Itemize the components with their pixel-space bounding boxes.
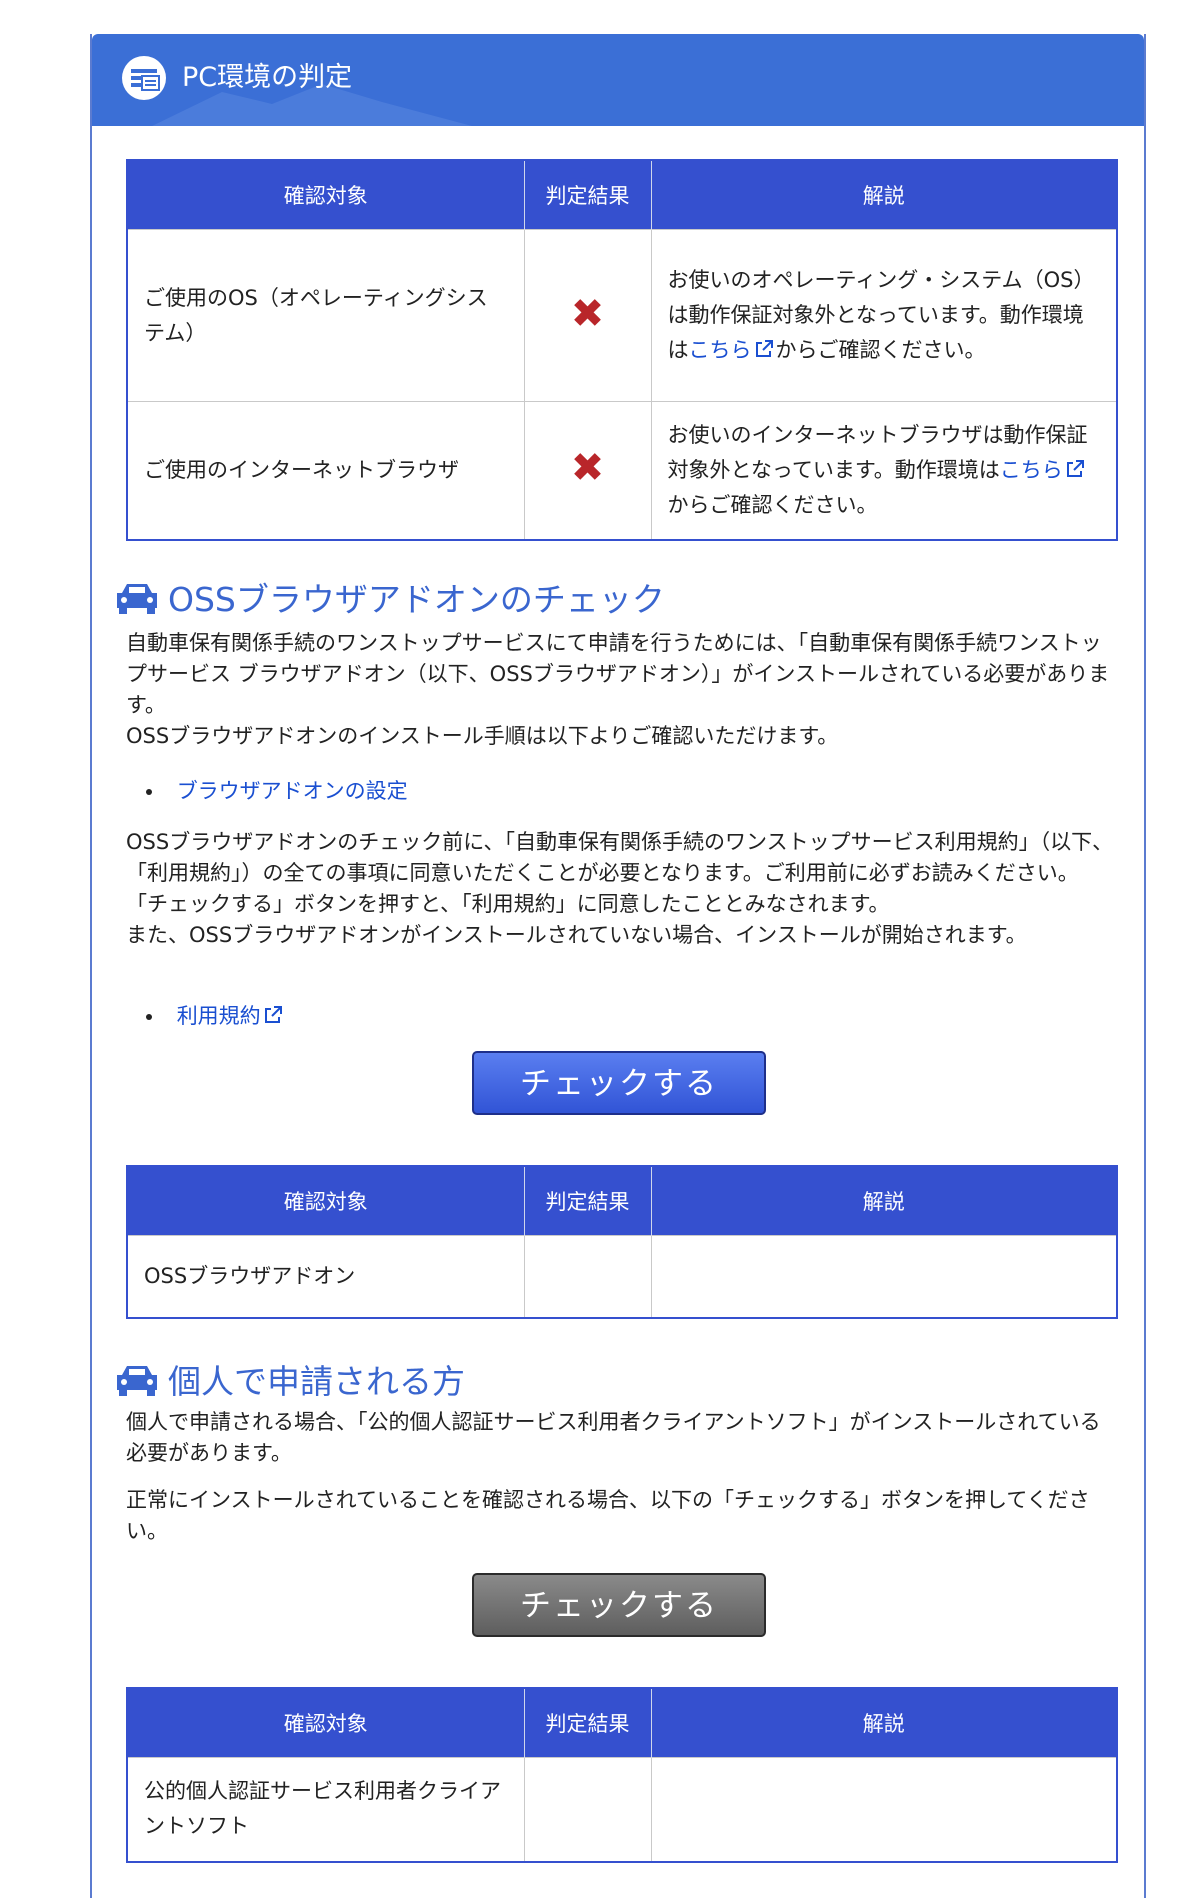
environment-link-browser[interactable]: こちら: [1000, 458, 1087, 482]
panel-title: PC環境の判定: [182, 62, 353, 93]
table-header-row: 確認対象 判定結果 解説: [127, 1688, 1117, 1758]
result-cell: [523, 1235, 652, 1318]
description-os: お使いのオペレーティング・システム（OS）は動作保証対象外となっています。動作環…: [650, 229, 1118, 402]
header-description: 解説: [651, 1166, 1117, 1236]
list-item: ブラウザアドオンの設定: [146, 776, 408, 806]
target-os: ご使用のOS（オペレーティングシステム）: [126, 229, 525, 402]
car-icon: [117, 584, 157, 614]
personal-check-button[interactable]: チェックする: [472, 1573, 766, 1637]
oss-check-button[interactable]: チェックする: [472, 1051, 766, 1115]
terms-of-use-link[interactable]: 利用規約: [177, 1004, 285, 1028]
external-link-icon: [1066, 459, 1084, 477]
header-target: 確認対象: [127, 1166, 525, 1236]
table-header-row: 確認対象 判定結果 解説: [127, 160, 1117, 230]
header-result: 判定結果: [524, 160, 652, 230]
table-row: ご使用のインターネットブラウザ ✖ お使いのインターネットブラウザは動作保証対象…: [126, 401, 1118, 540]
personal-intro-text: 個人で申請される場合、「公的個人認証サービス利用者クライアントソフト」がインスト…: [126, 1410, 1101, 1465]
external-link-icon: [755, 340, 773, 357]
table-header-row: 確認対象 判定結果 解説: [127, 1166, 1117, 1236]
document-icon: [122, 56, 166, 100]
environment-link-os[interactable]: こちら: [689, 338, 776, 362]
oss-intro-text: 自動車保有関係手続のワンストップサービスにて申請を行うためには、「自動車保有関係…: [126, 631, 1110, 748]
client-software-table: 確認対象 判定結果 解説 公的個人認証サービス利用者クライアントソフト: [126, 1687, 1118, 1863]
description-browser: お使いのインターネットブラウザは動作保証対象外となっています。動作環境はこちらか…: [650, 401, 1118, 540]
fail-x-icon: ✖: [570, 445, 605, 492]
list-item: 利用規約: [146, 1001, 285, 1031]
personal-instruction-text: 正常にインストールされていることを確認される場合、以下の「チェックする」ボタンを…: [126, 1488, 1090, 1543]
header-target: 確認対象: [127, 160, 525, 230]
target-client-software: 公的個人認証サービス利用者クライアントソフト: [126, 1757, 525, 1862]
browser-addon-settings-link[interactable]: ブラウザアドオンの設定: [177, 779, 408, 803]
car-icon: [117, 1366, 157, 1396]
personal-section-heading: 個人で申請される方: [114, 1360, 465, 1404]
header-result: 判定結果: [524, 1688, 652, 1758]
target-oss-addon: OSSブラウザアドオン: [126, 1235, 525, 1318]
table-row: OSSブラウザアドオン: [126, 1235, 1118, 1318]
result-cell: [523, 1757, 652, 1862]
oss-addon-table: 確認対象 判定結果 解説 OSSブラウザアドオン: [126, 1165, 1118, 1319]
header-description: 解説: [651, 1688, 1117, 1758]
environment-table: 確認対象 判定結果 解説 ご使用のOS（オペレーティングシステム） ✖ お使いの…: [126, 159, 1118, 541]
external-link-icon: [264, 1006, 282, 1023]
table-row: ご使用のOS（オペレーティングシステム） ✖ お使いのオペレーティング・システム…: [126, 229, 1118, 402]
pc-environment-panel: PC環境の判定 確認対象 判定結果 解説 ご使用のOS（オペレーティングシステム…: [90, 34, 1146, 1898]
description-cell: [650, 1235, 1118, 1318]
oss-section-heading: OSSブラウザアドオンのチェック: [114, 578, 665, 622]
header-target: 確認対象: [127, 1688, 525, 1758]
header-result: 判定結果: [524, 1166, 652, 1236]
fail-x-icon: ✖: [570, 290, 605, 337]
panel-header: PC環境の判定: [92, 34, 1144, 126]
oss-notice-text: OSSブラウザアドオンのチェック前に、「自動車保有関係手続のワンストップサービス…: [126, 830, 1114, 947]
description-cell: [650, 1757, 1118, 1862]
table-row: 公的個人認証サービス利用者クライアントソフト: [126, 1757, 1118, 1862]
header-description: 解説: [651, 160, 1117, 230]
target-browser: ご使用のインターネットブラウザ: [126, 401, 525, 540]
